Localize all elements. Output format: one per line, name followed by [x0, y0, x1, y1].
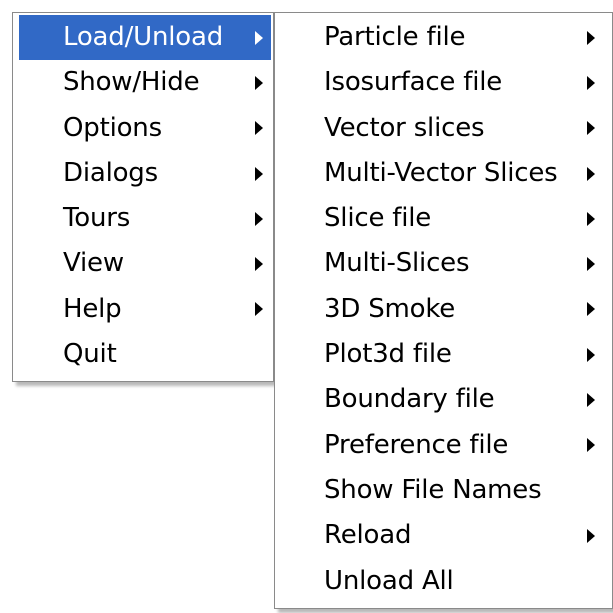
submenu-arrow-icon	[587, 302, 595, 317]
menu-item-label: Options	[63, 112, 162, 143]
submenu-item-unload-all[interactable]: Unload All	[275, 559, 612, 604]
submenu-arrow-icon	[255, 121, 263, 136]
submenu-item-3d-smoke[interactable]: 3D Smoke	[275, 287, 612, 332]
menu-item-label: Unload All	[324, 565, 454, 596]
menu-item-label: Multi-Vector Slices	[324, 157, 558, 188]
submenu-item-multi-slices[interactable]: Multi-Slices	[275, 241, 612, 286]
menu-item-help[interactable]: Help	[19, 287, 271, 332]
menu-item-label: Dialogs	[63, 157, 158, 188]
submenu-item-multi-vector-slices[interactable]: Multi-Vector Slices	[275, 151, 612, 196]
load-unload-submenu: Particle file Isosurface file Vector sli…	[274, 12, 613, 609]
submenu-arrow-icon	[255, 30, 263, 45]
submenu-arrow-icon	[587, 438, 595, 453]
menu-item-label: Show File Names	[324, 474, 542, 505]
submenu-arrow-icon	[587, 257, 595, 272]
submenu-item-reload[interactable]: Reload	[275, 513, 612, 558]
submenu-arrow-icon	[587, 30, 595, 45]
menu-item-label: Reload	[324, 520, 412, 551]
menu-item-label: Boundary file	[324, 384, 495, 415]
menu-item-label: Load/Unload	[63, 22, 224, 52]
menu-item-label: Particle file	[324, 22, 466, 52]
submenu-arrow-icon	[587, 75, 595, 90]
menu-item-dialogs[interactable]: Dialogs	[19, 151, 271, 196]
menu-item-load-unload[interactable]: Load/Unload	[19, 15, 271, 61]
menu-item-label: Quit	[63, 339, 117, 370]
menu-item-tours[interactable]: Tours	[19, 196, 271, 241]
submenu-item-particle-file[interactable]: Particle file	[275, 15, 612, 60]
submenu-arrow-icon	[255, 302, 263, 317]
submenu-arrow-icon	[255, 75, 263, 90]
menu-item-options[interactable]: Options	[19, 106, 271, 151]
submenu-arrow-icon	[587, 347, 595, 362]
menu-item-view[interactable]: View	[19, 241, 271, 286]
menu-item-label: Isosurface file	[324, 67, 503, 98]
submenu-arrow-icon	[587, 211, 595, 226]
submenu-item-slice-file[interactable]: Slice file	[275, 196, 612, 241]
menu-item-label: Vector slices	[324, 112, 485, 143]
menu-item-label: Plot3d file	[324, 339, 452, 370]
submenu-item-isosurface-file[interactable]: Isosurface file	[275, 60, 612, 105]
menu-item-label: Multi-Slices	[324, 248, 470, 279]
menu-item-show-hide[interactable]: Show/Hide	[19, 60, 271, 105]
screen: Load/Unload Show/Hide Options Dialogs To…	[0, 0, 613, 613]
submenu-arrow-icon	[587, 393, 595, 408]
submenu-arrow-icon	[587, 166, 595, 181]
submenu-item-preference-file[interactable]: Preference file	[275, 423, 612, 468]
menu-item-label: 3D Smoke	[324, 293, 456, 324]
submenu-arrow-icon	[255, 257, 263, 272]
submenu-arrow-icon	[255, 166, 263, 181]
submenu-arrow-icon	[587, 121, 595, 136]
menu-item-label: Tours	[63, 203, 131, 234]
menu-item-label: Preference file	[324, 429, 509, 460]
submenu-item-show-file-names[interactable]: Show File Names	[275, 468, 612, 513]
menu-item-label: View	[63, 248, 124, 279]
submenu-arrow-icon	[587, 528, 595, 543]
submenu-item-plot3d-file[interactable]: Plot3d file	[275, 332, 612, 377]
main-context-menu: Load/Unload Show/Hide Options Dialogs To…	[12, 12, 274, 382]
submenu-item-vector-slices[interactable]: Vector slices	[275, 106, 612, 151]
menu-item-label: Show/Hide	[63, 67, 200, 98]
submenu-arrow-icon	[255, 211, 263, 226]
submenu-item-boundary-file[interactable]: Boundary file	[275, 377, 612, 422]
menu-item-label: Help	[63, 293, 122, 324]
menu-item-label: Slice file	[324, 203, 432, 234]
menu-item-quit[interactable]: Quit	[19, 332, 271, 377]
